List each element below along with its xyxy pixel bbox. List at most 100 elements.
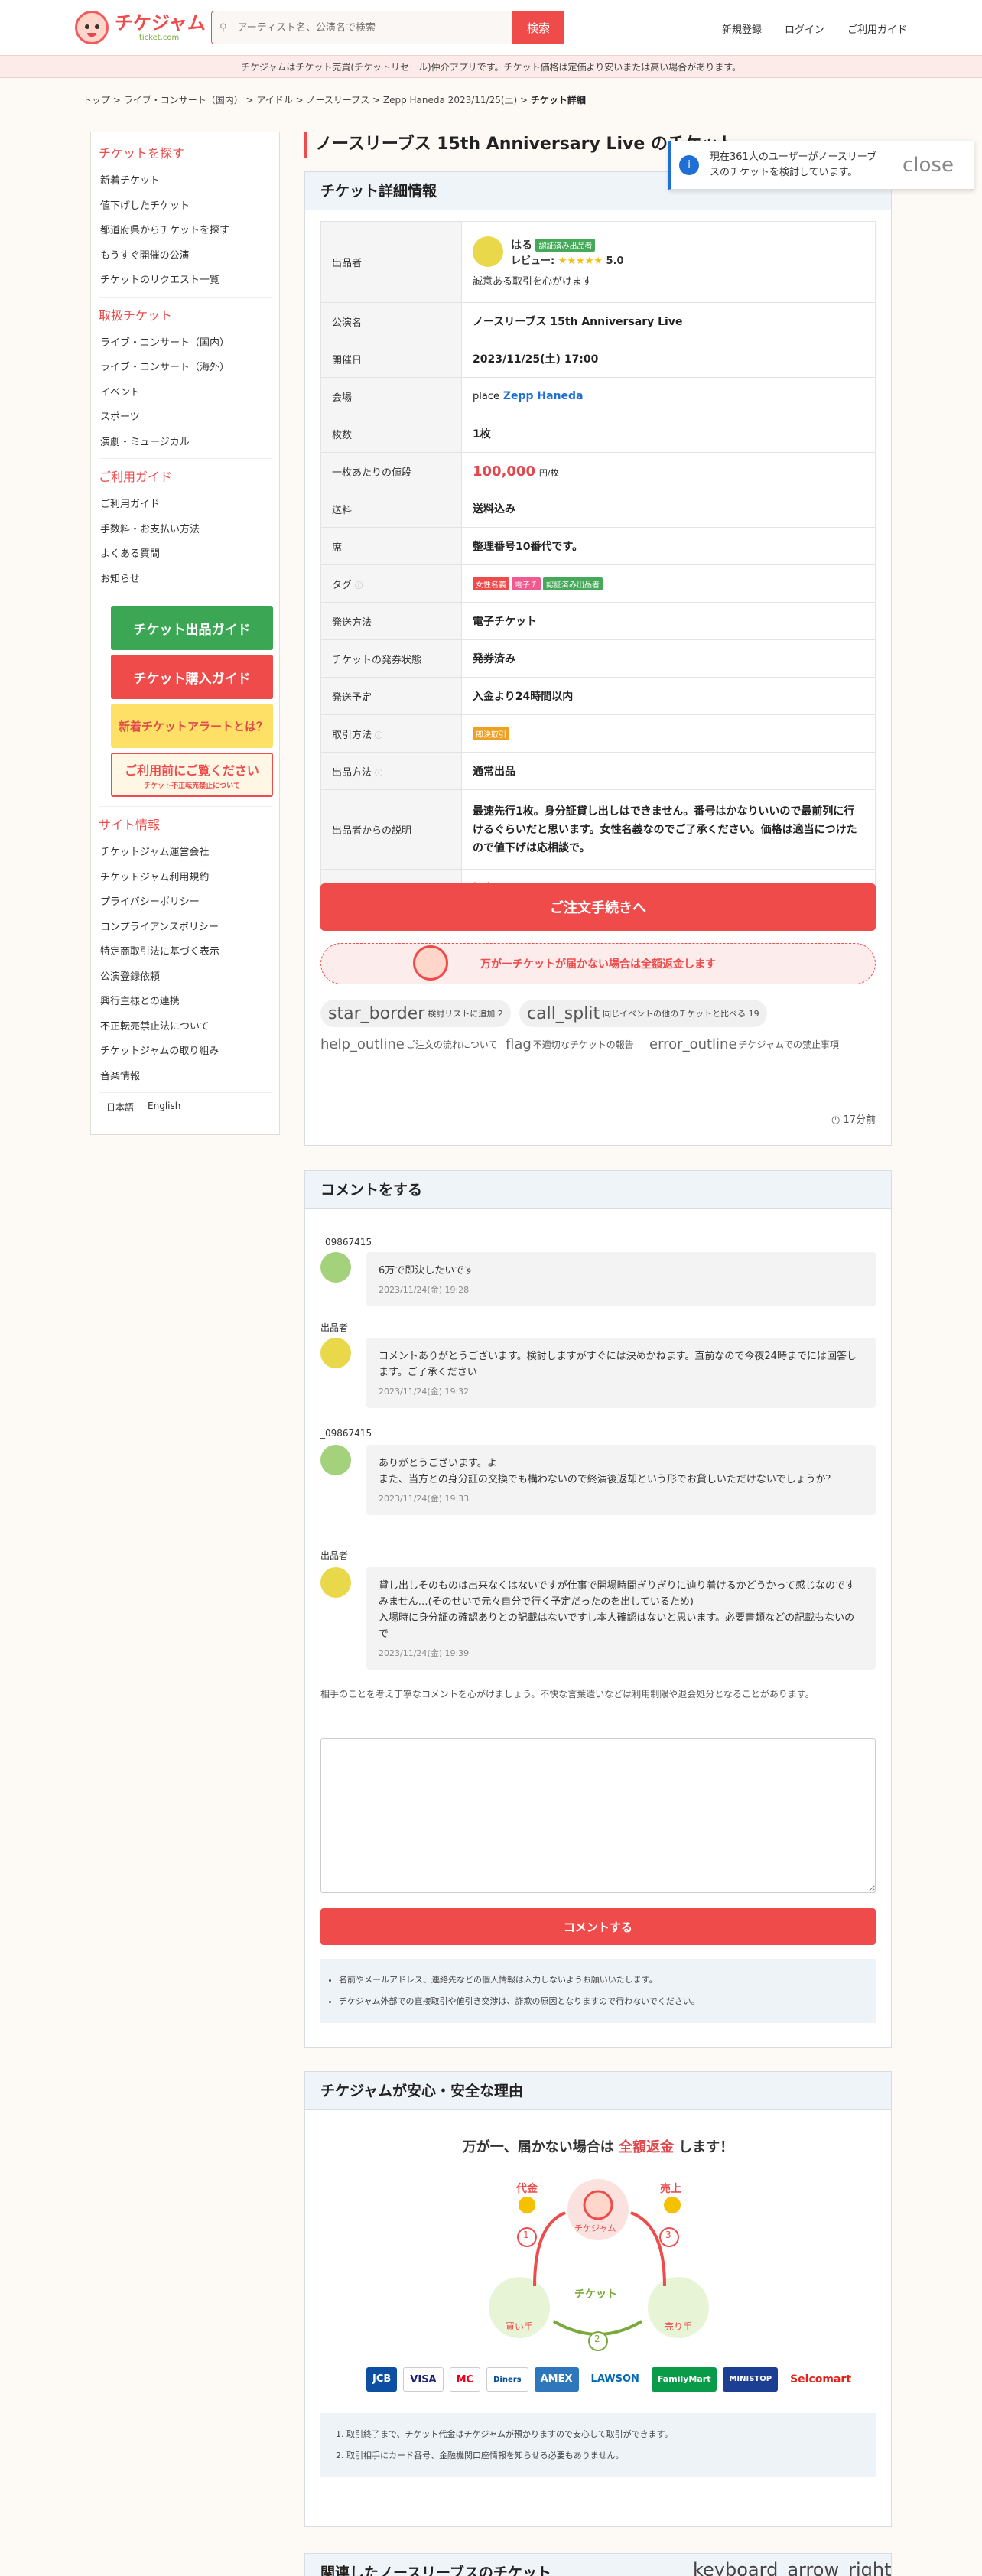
seller-avatar[interactable] [320,1338,351,1368]
price-value: 100,000 [473,463,535,480]
refund-banner: 万が一チケットが届かない場合は全額返金します [320,943,876,984]
search-field[interactable]: ⚲ [211,11,512,44]
table-row: 公演名 ノースリーブス 15th Anniversary Live [320,302,876,340]
tag-badge[interactable]: 認証済み出品者 [543,577,603,590]
sidebar-item[interactable]: 新着チケット [99,169,272,194]
comment-user[interactable]: 出品者 [320,1321,348,1334]
sidebar-item[interactable]: ライブ・コンサート（海外） [99,356,272,381]
venue-link[interactable]: Zepp Haneda [503,390,584,402]
sidebar-item[interactable]: チケットジャム利用規約 [99,866,272,891]
sidebar-item[interactable]: 不正転売禁止法について [99,1015,272,1040]
report-link[interactable]: flag 不適切なチケットの報告 [506,1036,634,1052]
comment-user[interactable]: 出品者 [320,1549,348,1562]
trade-badge: 即決取引 [473,727,509,740]
search-button[interactable]: 検索 [512,11,564,44]
site-logo[interactable]: チケジャム ticket.com [75,11,206,44]
sidebar-item[interactable]: 都道府県からチケットを探す [99,219,272,244]
alert-banner[interactable]: 新着チケットアラートとは？ [111,704,273,748]
breadcrumb-item[interactable]: アイドル [256,95,292,106]
seller-description: 最速先行1枚。身分証貸し出しはできません。番号はかなりいいので最前列に行けるぐら… [461,789,876,870]
comment-user[interactable]: _09867415 [320,1428,372,1439]
banner-label: チケット出品ガイド [133,622,251,638]
user-avatar[interactable] [320,1445,351,1475]
seller-avatar[interactable] [473,236,503,267]
note-item: 名前やメールアドレス、連絡先などの個人情報は入力しないようお願いいたします。 [339,1969,857,1991]
comment-textarea[interactable] [320,1738,876,1893]
sidebar-item[interactable]: 手数料・お支払い方法 [99,518,272,543]
guide-link[interactable]: ご利用ガイド [847,21,907,36]
error-outline-icon: error_outline [649,1036,737,1052]
safety-diagram [489,2179,709,2351]
watchlist-button[interactable]: star_border 検討リストに追加 2 [320,1000,511,1027]
seller-name[interactable]: はる [511,239,532,252]
sidebar-item[interactable]: スポーツ [99,405,272,431]
row-value: 電子チケット [461,602,876,640]
sidebar-item[interactable]: 特定商取引法に基づく表示 [99,940,272,965]
login-link[interactable]: ログイン [785,21,824,36]
breadcrumb-item[interactable]: ライブ・コンサート（国内） [124,95,243,106]
sidebar-item[interactable]: 公演登録依頼 [99,965,272,990]
info-icon: i [679,155,699,175]
help-icon[interactable]: ⓘ [375,732,382,740]
sidebar-item[interactable]: チケットジャムの取り組み [99,1039,272,1065]
amex-logo: AMEX [534,2367,579,2392]
row-label: 出品者 [320,221,462,303]
event-date-link[interactable]: 2023/11/25(土) 17:00 [461,340,876,378]
row-value: 送料込み [461,490,876,528]
tag-badge[interactable]: 電子チ [512,577,541,590]
seicomart-logo: Seicomart [784,2367,858,2392]
sidebar-item[interactable]: プライバシーポリシー [99,890,272,916]
row-value: 整理番号10番代です。 [461,527,876,565]
seller-avatar[interactable] [320,1567,351,1598]
sidebar-item[interactable]: よくある質問 [99,542,272,568]
posted-time: ◷ 17分前 [831,1114,876,1126]
close-button[interactable]: close [902,154,954,177]
buy-guide-banner[interactable]: チケット購入ガイド [111,655,273,699]
sidebar-item[interactable]: チケットジャム運営会社 [99,841,272,866]
order-button[interactable]: ご注文手続きへ [320,883,876,931]
sell-guide-banner[interactable]: チケット出品ガイド [111,606,273,650]
sidebar-item[interactable]: コンプライアンスポリシー [99,916,272,941]
breadcrumb-item[interactable]: ノースリーブス [307,95,370,106]
table-row: 会場 place Zepp Haneda [320,377,876,415]
sidebar-item[interactable]: 音楽情報 [99,1065,272,1090]
order-flow-link[interactable]: help_outline ご注文の流れについて [320,1036,498,1052]
sidebar-item[interactable]: ご利用ガイド [99,493,272,518]
prohibited-link[interactable]: error_outline チケジャムでの禁止事項 [649,1036,839,1052]
breadcrumb-item[interactable]: トップ [83,95,110,106]
sidebar-item[interactable]: 演劇・ミュージカル [99,431,272,456]
sidebar-item[interactable]: ライブ・コンサート（国内） [99,331,272,356]
comment-user[interactable]: _09867415 [320,1237,372,1247]
notice-banner[interactable]: ご利用前にご覧ください チケット不正転売禁止について [111,753,273,797]
label-sales: 売上 [660,2183,681,2195]
banner-sublabel: チケット不正転売禁止について [144,782,240,790]
help-outline-icon: help_outline [320,1036,405,1052]
table-row: 出品方法 ⓘ 通常出品 [320,752,876,790]
event-name-link[interactable]: ノースリーブス 15th Anniversary Live [461,302,876,340]
submit-comment-button[interactable]: コメントする [320,1908,876,1945]
search-input[interactable] [237,21,512,34]
user-avatar[interactable] [320,1252,351,1283]
compare-button[interactable]: call_split 同じイベントの他のチケットと比べる 19 [519,1000,767,1027]
row-label: 開催日 [320,340,462,378]
lang-en[interactable]: English [148,1101,180,1114]
sidebar-item[interactable]: 興行主様との連携 [99,990,272,1015]
help-icon[interactable]: ⓘ [375,769,382,778]
breadcrumb-item[interactable]: Zepp Haneda 2023/11/25(土) [383,95,517,106]
verified-badge: 認証済み出品者 [535,238,596,252]
sidebar-item[interactable]: イベント [99,381,272,406]
arrow-3 [630,2211,666,2287]
arrow-right-icon[interactable]: keyboard_arrow_right [693,2559,892,2576]
signup-link[interactable]: 新規登録 [722,21,762,36]
sidebar-item[interactable]: もうすぐ開催の公演 [99,244,272,269]
safety-card: チケジャムが安心・安全な理由 万が一、届かない場合は 全額返金 します！ 代金 … [304,2071,892,2527]
help-icon[interactable]: ⓘ [355,582,363,590]
sidebar-item[interactable]: チケットのリクエスト一覧 [99,268,272,294]
lang-ja[interactable]: 日本語 [106,1101,134,1114]
row-label: 送料 [320,490,462,528]
review-score[interactable]: 5.0 [606,255,624,267]
sidebar-item[interactable]: 値下げしたチケット [99,194,272,220]
sidebar-item[interactable]: お知らせ [99,568,272,593]
tag-badge[interactable]: 女性名義 [473,577,509,590]
sidebar-heading-site: サイト情報 [99,818,161,832]
